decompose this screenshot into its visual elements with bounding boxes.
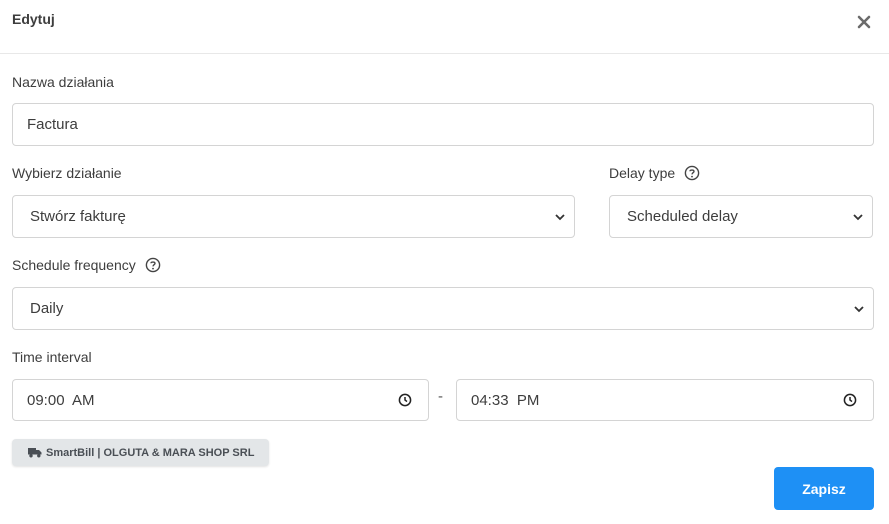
time-separator: - (438, 388, 443, 405)
schedule-frequency-label: Schedule frequency (12, 257, 161, 273)
clock-icon[interactable] (843, 393, 857, 407)
chevron-down-icon (854, 305, 864, 312)
action-select-label: Wybierz działanie (12, 165, 122, 181)
help-icon[interactable] (684, 165, 700, 181)
start-time-input[interactable]: 09:00 AM (12, 379, 429, 421)
delay-type-label: Delay type (609, 165, 700, 181)
dialog-title: Edytuj (12, 11, 55, 27)
action-name-input[interactable]: Factura (12, 103, 874, 146)
chevron-down-icon (555, 213, 565, 220)
end-time-input[interactable]: 04:33 PM (456, 379, 874, 421)
action-select[interactable]: Stwórz fakturę (12, 195, 575, 238)
truck-icon (28, 448, 42, 458)
integration-badge: SmartBill | OLGUTA & MARA SHOP SRL (12, 439, 269, 466)
clock-icon[interactable] (398, 393, 412, 407)
chevron-down-icon (853, 213, 863, 220)
time-interval-label: Time interval (12, 349, 92, 365)
delay-type-select[interactable]: Scheduled delay (609, 195, 873, 238)
schedule-frequency-select[interactable]: Daily (12, 287, 874, 330)
close-icon[interactable] (854, 12, 874, 32)
save-button[interactable]: Zapisz (774, 467, 874, 510)
dialog-header: Edytuj (0, 0, 889, 54)
action-name-label: Nazwa działania (12, 74, 114, 90)
help-icon[interactable] (145, 257, 161, 273)
